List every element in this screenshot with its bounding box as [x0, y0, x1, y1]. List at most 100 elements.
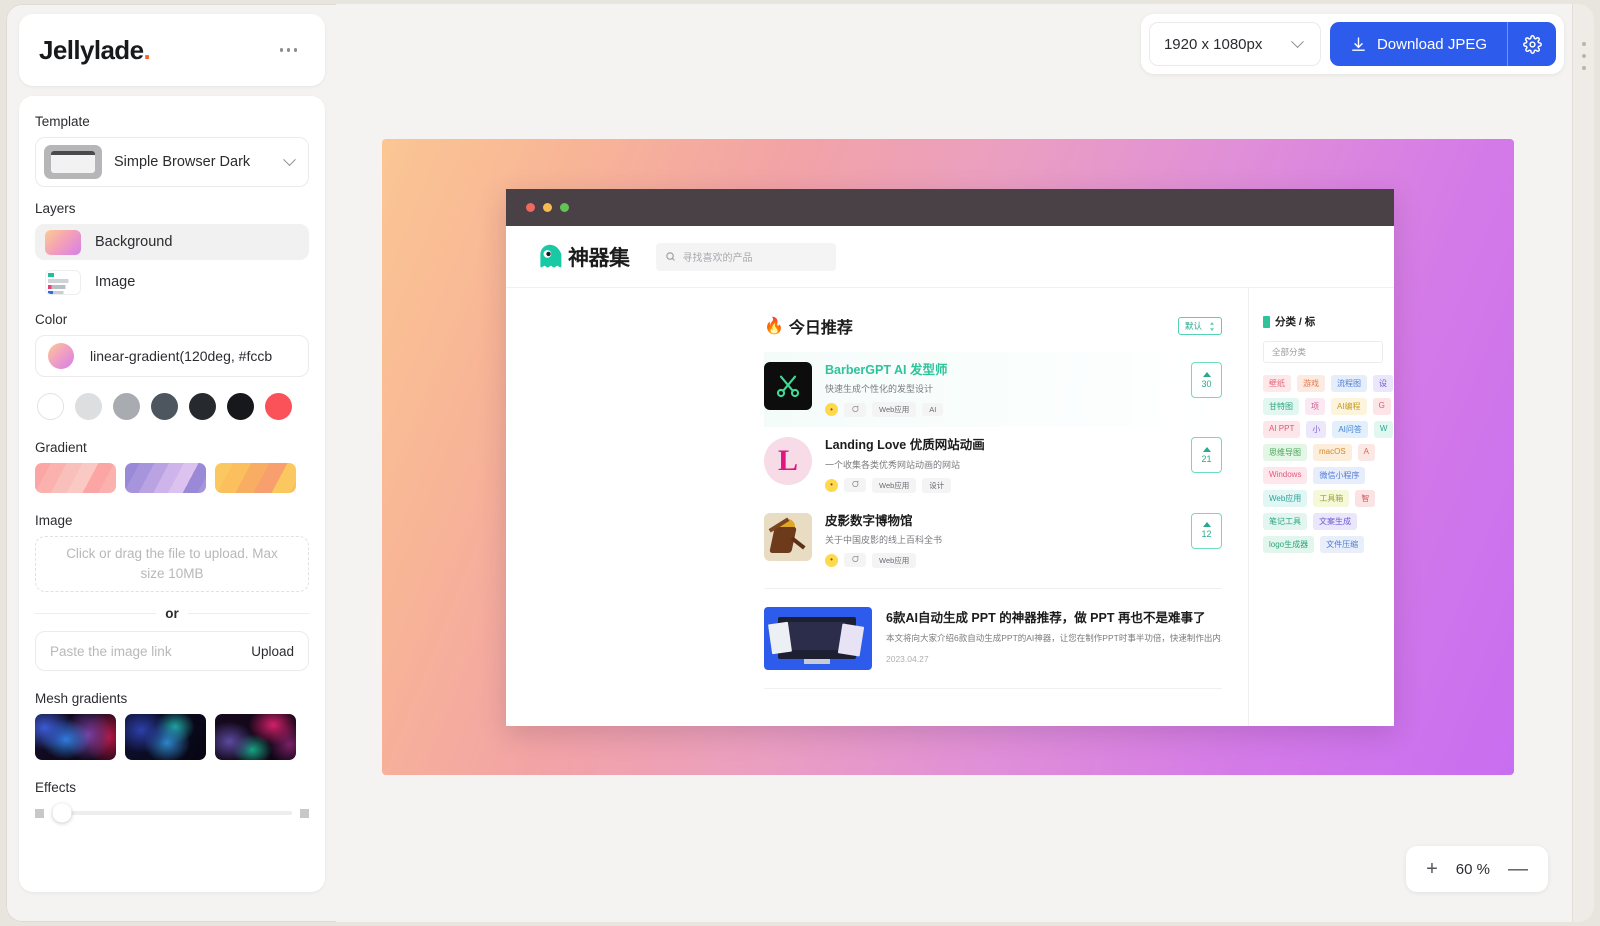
category-tag[interactable]: W [1374, 421, 1394, 438]
article-row[interactable]: 6款AI自动生成 PPT 的神器推荐，做 PPT 再也不是难事了 本文将向大家介… [764, 599, 1222, 678]
category-tag[interactable]: 微信小程序 [1313, 467, 1365, 484]
category-tag[interactable]: logo生成器 [1263, 536, 1314, 553]
category-tag[interactable]: 智 [1355, 490, 1375, 507]
category-tag[interactable]: 思维导图 [1263, 444, 1307, 461]
category-tag[interactable]: 游戏 [1297, 375, 1325, 392]
category-filter-select[interactable]: 全部分类 [1263, 341, 1383, 363]
category-tag[interactable]: 文案生成 [1313, 513, 1357, 530]
layer-item-background[interactable]: Background [35, 224, 309, 260]
download-jpeg-button[interactable]: Download JPEG [1330, 22, 1507, 66]
canvas-size-select[interactable]: 1920 x 1080px [1149, 22, 1321, 66]
reaction-icon[interactable]: • [825, 479, 838, 492]
category-tag[interactable]: 工具箱 [1313, 490, 1349, 507]
site-logo[interactable]: 神器集 [536, 242, 630, 272]
zoom-out-button[interactable]: — [1508, 859, 1528, 879]
edge-dot-icon [1582, 66, 1586, 70]
comment-icon[interactable] [844, 478, 866, 492]
article-thumbnail [764, 607, 872, 670]
image-link-row: Upload [35, 631, 309, 671]
category-tag[interactable]: macOS [1313, 444, 1352, 461]
color-swatch-light-gray[interactable] [75, 393, 102, 420]
product-tags: • Web应用 [825, 553, 1178, 568]
gradient-swatch-purple-lilac[interactable] [125, 463, 206, 493]
effects-slider[interactable] [52, 811, 292, 815]
product-tag[interactable]: Web应用 [872, 478, 916, 493]
effects-slider-thumb[interactable] [52, 804, 71, 823]
site-search-box[interactable]: 寻找喜欢的产品 [656, 243, 836, 271]
traffic-light-maximize-icon [560, 203, 569, 212]
category-tag[interactable]: Windows [1263, 467, 1307, 484]
template-selected-value: Simple Browser Dark [114, 154, 285, 170]
product-tag[interactable]: Web应用 [872, 402, 916, 417]
color-swatch-gray[interactable] [113, 393, 140, 420]
product-row[interactable]: LLanding Love 优质网站动画一个收集各类优秀网站动画的网站•Web应… [764, 427, 1222, 502]
product-title[interactable]: 皮影数字博物馆 [825, 513, 1178, 529]
product-tag[interactable]: Web应用 [872, 553, 916, 568]
category-tag[interactable]: 壁纸 [1263, 375, 1291, 392]
upload-button[interactable]: Upload [251, 644, 294, 659]
product-thumbnail [764, 362, 812, 410]
category-tag[interactable]: 设 [1373, 375, 1393, 392]
product-description: 一个收集各类优秀网站动画的网站 [825, 458, 1178, 471]
zoom-in-button[interactable]: + [1426, 859, 1438, 879]
comment-icon[interactable] [844, 553, 866, 567]
chevron-down-icon [1291, 35, 1304, 48]
gradient-swatch-pink-coral[interactable] [35, 463, 116, 493]
mesh-swatch-mesh-blue-red[interactable] [35, 714, 116, 760]
gradient-swatch-yellow-orange[interactable] [215, 463, 296, 493]
site-body: 🔥 今日推荐 默认 BarberGPT AI 发型师快速生成个性化的发型设计•W… [506, 288, 1394, 726]
mesh-gradients-section: Mesh gradients [35, 691, 309, 760]
product-title[interactable]: Landing Love 优质网站动画 [825, 437, 1178, 453]
category-tag[interactable]: 文件压缩 [1320, 536, 1364, 553]
or-label: or [165, 606, 179, 621]
color-swatch-white[interactable] [37, 393, 64, 420]
mesh-swatch-mesh-deep-blue[interactable] [125, 714, 206, 760]
category-tag[interactable]: A [1358, 444, 1375, 461]
color-swatch-dark-slate[interactable] [189, 393, 216, 420]
category-tag[interactable]: 小 [1306, 421, 1326, 438]
product-row[interactable]: 皮影数字博物馆关于中国皮影的线上百科全书•Web应用12 [764, 503, 1222, 578]
layer-thumbnail-image [45, 270, 81, 295]
category-tag[interactable]: 甘特图 [1263, 398, 1299, 415]
color-preview-swatch [48, 343, 74, 369]
article-title: 6款AI自动生成 PPT 的神器推荐，做 PPT 再也不是难事了 [886, 607, 1222, 626]
zoom-level-value: 60 % [1456, 861, 1490, 878]
product-row[interactable]: BarberGPT AI 发型师快速生成个性化的发型设计•Web应用AI30 [764, 352, 1222, 427]
layer-label: Image [95, 274, 135, 290]
settings-button[interactable] [1508, 22, 1556, 66]
color-swatch-red[interactable] [265, 393, 292, 420]
category-tag[interactable]: 流程图 [1331, 375, 1367, 392]
layer-item-image[interactable]: Image [35, 264, 309, 300]
template-select[interactable]: Simple Browser Dark [35, 137, 309, 187]
sort-select[interactable]: 默认 [1178, 317, 1222, 335]
product-tag[interactable]: AI [922, 403, 943, 416]
reaction-icon[interactable]: • [825, 554, 838, 567]
effects-section: Effects [35, 780, 309, 823]
category-tag[interactable]: G [1373, 398, 1391, 415]
more-options-icon[interactable] [272, 40, 306, 60]
upvote-button[interactable]: 12 [1191, 513, 1222, 549]
category-tag[interactable]: 笔记工具 [1263, 513, 1307, 530]
color-swatch-slate[interactable] [151, 393, 178, 420]
category-tag[interactable]: Web应用 [1263, 490, 1307, 507]
canvas-stage[interactable]: 1920 x 1080px Download JPEG [336, 4, 1572, 922]
gradient-swatch-row [35, 463, 309, 493]
design-canvas[interactable]: 神器集 寻找喜欢的产品 🔥 今日推荐 [382, 139, 1514, 775]
color-value-field[interactable]: linear-gradient(120deg, #fccb [35, 335, 309, 377]
mesh-swatch-mesh-magenta-teal[interactable] [215, 714, 296, 760]
image-dropzone[interactable]: Click or drag the file to upload. Max si… [35, 536, 309, 592]
category-tag[interactable]: AI PPT [1263, 421, 1300, 438]
category-tag[interactable]: AI问答 [1332, 421, 1368, 438]
category-tag[interactable]: AI编程 [1331, 398, 1367, 415]
product-tag[interactable]: 设计 [922, 478, 951, 493]
color-swatch-near-black[interactable] [227, 393, 254, 420]
image-link-input[interactable] [50, 644, 251, 659]
comment-icon[interactable] [844, 403, 866, 417]
upvote-button[interactable]: 21 [1191, 437, 1222, 473]
upvote-button[interactable]: 30 [1191, 362, 1222, 398]
product-title[interactable]: BarberGPT AI 发型师 [825, 362, 1178, 378]
reaction-icon[interactable]: • [825, 403, 838, 416]
category-tag[interactable]: 项 [1305, 398, 1325, 415]
window-edge-strip [1572, 4, 1594, 922]
app-window: Jellylade. Template Simple Browser Dark … [6, 4, 1594, 922]
